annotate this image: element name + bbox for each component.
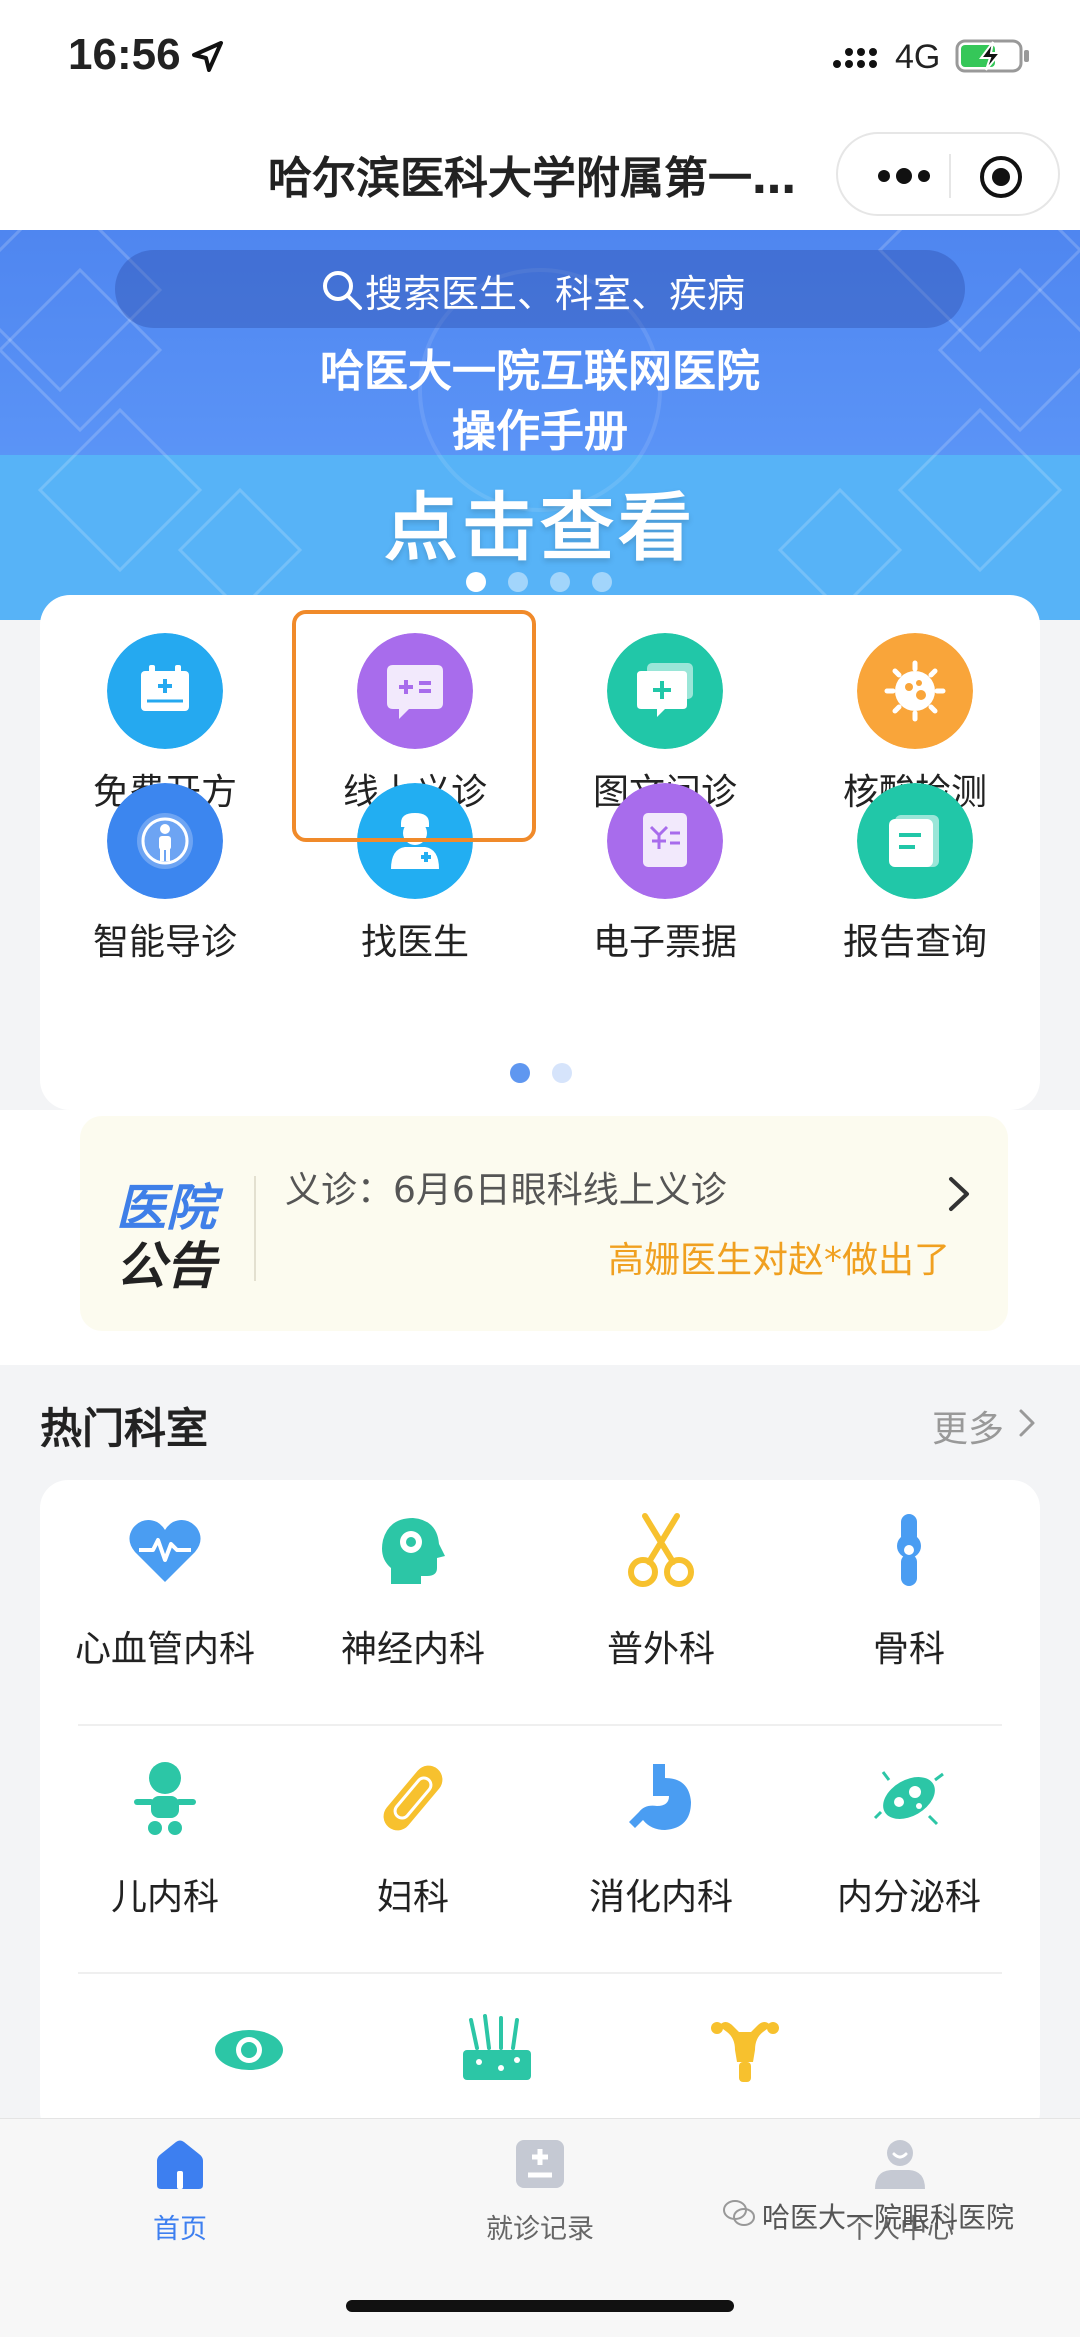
notice-text: 义诊：6月6日眼科线上义诊 [285,1170,727,1211]
service-8[interactable]: 报告查询 [790,783,1040,983]
department-label: 普外科 [606,1629,715,1670]
row-divider [78,1972,1002,1974]
service-7[interactable]: 电子票据 [540,783,790,983]
notice-logo-line2: 公告 [116,1237,216,1295]
indicator-dot [552,1063,572,1083]
record-icon [516,2140,564,2188]
more-link[interactable]: 更多 [932,1400,1004,1452]
indicator-dot [550,572,570,592]
scissors-icon [628,1513,694,1587]
home-icon [157,2140,203,2189]
close-miniprogram-icon[interactable] [978,154,1024,200]
uterus-icon [711,2022,779,2082]
bone-joint-icon [897,1514,921,1586]
department-label: 骨科 [872,1629,945,1670]
selected-highlight-frame [292,610,536,842]
miniprogram-capsule [836,132,1060,216]
search-icon [323,271,362,310]
banner-title-line2: 操作手册 [452,406,628,457]
prescription-icon [107,633,223,749]
search-box[interactable]: 搜索医生、科室、疾病 [115,250,965,328]
banner-carousel[interactable]: 搜索医生、科室、疾病 哈医大一院互联网医院 操作手册 点击查看 [0,230,1080,620]
receipt-icon [607,783,723,899]
capsule-divider [949,154,951,198]
page-title: 哈尔滨医科大学附属第一… [268,153,796,204]
user-icon [875,2140,925,2189]
baby-icon [134,1762,196,1835]
network-type: 4G [895,38,941,76]
service-label: 找医生 [360,922,469,963]
department-label: 儿内科 [110,1877,219,1918]
indicator-dot [592,572,612,592]
signal-icon [833,48,877,68]
chevron-right-icon[interactable] [1018,1408,1036,1438]
department-item[interactable]: 普外科 [536,1510,786,1710]
home-indicator [346,2300,734,2312]
hospital-notice[interactable]: 医院 公告 义诊：6月6日眼科线上义诊 高姗医生对赵*做出了 [80,1116,1008,1331]
department-item[interactable]: 心血管内科 [40,1510,290,1710]
eye-icon [215,2030,283,2070]
banner-title-line1: 哈医大一院互联网医院 [320,346,760,397]
department-label: 消化内科 [588,1877,733,1918]
department-label: 妇科 [376,1877,449,1918]
department-grid: 心血管内科 神经内科 普外科 骨科儿内科 妇科 消化内科 内分泌科 [40,1480,1040,2140]
department-item[interactable]: 内分泌科 [784,1758,1034,1958]
notice-section: 医院 公告 义诊：6月6日眼科线上义诊 高姗医生对赵*做出了 [0,1110,1080,1365]
department-item[interactable]: 消化内科 [536,1758,786,1958]
more-icon[interactable] [874,158,934,194]
tab-home[interactable]: 首页 [60,2137,300,2267]
microbe-icon [873,1771,944,1826]
banner-cta: 点击查看 [384,485,696,571]
pad-icon [383,1765,443,1831]
department-item[interactable]: 妇科 [288,1758,538,1958]
message-plus-icon [607,633,723,749]
skin-icon [463,2014,531,2080]
indicator-dot [508,572,528,592]
nav-bar: 哈尔滨医科大学附属第一… [0,120,1080,230]
row-divider [78,1724,1002,1726]
watermark: 哈医大一院眼科医院 [762,2201,1015,2234]
hot-departments-title: 热门科室 [40,1404,209,1453]
tab-label: 首页 [153,2214,207,2245]
service-label: 智能导诊 [92,922,237,963]
report-icon [857,783,973,899]
service-grid: 免费开方线上义诊图文问诊核酸检测智能导诊找医生电子票据报告查询 [40,595,1040,1110]
chevron-right-icon[interactable] [946,1174,972,1214]
status-bar: 16:56 4G [0,0,1080,120]
battery-charging-icon [955,39,1029,73]
service-label: 报告查询 [842,922,987,963]
heart-icon [129,1520,201,1582]
notice-divider [254,1176,256,1281]
indicator-dot [466,572,486,592]
service-label: 电子票据 [592,922,737,963]
tab-records[interactable]: 就诊记录 [420,2137,660,2267]
location-arrow-icon [192,41,223,72]
department-item[interactable]: 儿内科 [40,1758,290,1958]
department-item[interactable]: 神经内科 [288,1510,538,1710]
department-item[interactable]: 骨科 [784,1510,1034,1710]
virus-icon [857,633,973,749]
department-label: 神经内科 [340,1629,485,1670]
brain-head-icon [382,1518,445,1584]
department-label: 心血管内科 [74,1629,255,1670]
stomach-icon [629,1764,691,1830]
department-label: 内分泌科 [836,1877,981,1918]
wechat-icon [723,2200,755,2226]
indicator-dot [510,1063,530,1083]
notice-scroll-text: 高姗医生对赵*做出了 [608,1240,951,1281]
status-time: 16:56 [68,30,181,79]
search-placeholder: 搜索医生、科室、疾病 [365,272,746,316]
service-5[interactable]: 智能导诊 [40,783,290,983]
smart-guide-icon [107,783,223,899]
tab-label: 就诊记录 [486,2214,594,2245]
